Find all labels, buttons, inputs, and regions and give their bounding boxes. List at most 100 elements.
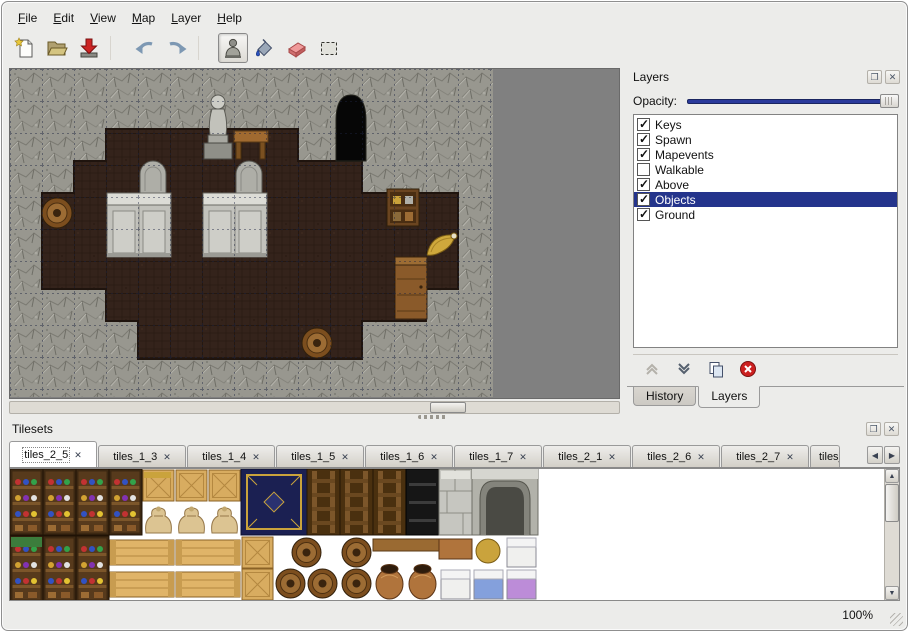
layer-row[interactable]: Walkable [634, 162, 897, 177]
layer-visibility-checkbox[interactable] [637, 178, 650, 191]
menu-layer[interactable]: Layer [163, 9, 209, 27]
layer-row[interactable]: Above [634, 177, 897, 192]
save-icon [77, 36, 101, 60]
layer-row[interactable]: Objects [634, 192, 897, 207]
chevron-down-icon [675, 360, 693, 378]
close-tab-icon[interactable]: ✕ [430, 452, 438, 462]
tileset-tab[interactable]: tiles_1_7 ✕ [454, 445, 542, 467]
tileset-view[interactable]: ▲ ▼ [9, 468, 900, 601]
fill-bucket-icon [253, 36, 277, 60]
tileset-tab-label: tiles_2_7 [736, 451, 780, 463]
chevron-up-icon [643, 360, 661, 378]
tab-history[interactable]: History [633, 387, 696, 406]
tileset-tab[interactable]: tiles_1_5 ✕ [276, 445, 364, 467]
close-tab-icon[interactable]: ✕ [252, 452, 260, 462]
menubar: File Edit View Map Layer Help [10, 8, 250, 28]
close-tab-icon[interactable]: ✕ [697, 452, 705, 462]
layer-name: Ground [655, 208, 695, 222]
opacity-slider[interactable] [687, 94, 898, 108]
layer-visibility-checkbox[interactable] [637, 148, 650, 161]
layer-visibility-checkbox[interactable] [637, 133, 650, 146]
tileset-image[interactable] [10, 469, 544, 601]
map-viewport[interactable] [9, 68, 620, 399]
scroll-tabs-right-button[interactable]: ▶ [884, 446, 900, 464]
tileset-tab[interactable]: tiles_2_1 ✕ [543, 445, 631, 467]
app-window: File Edit View Map Layer Help [1, 1, 908, 631]
stamp-person-icon [221, 36, 245, 60]
float-panel-icon[interactable]: ❐ [866, 422, 881, 436]
map-hscroll-thumb[interactable] [430, 402, 466, 413]
menu-edit[interactable]: Edit [45, 9, 82, 27]
scroll-down-button[interactable]: ▼ [885, 586, 899, 600]
map-canvas[interactable] [10, 69, 493, 397]
save-button[interactable] [74, 33, 104, 63]
close-tab-icon[interactable]: ✕ [341, 452, 349, 462]
map-horizontal-scrollbar[interactable] [9, 401, 620, 414]
close-panel-icon[interactable]: ✕ [884, 422, 899, 436]
tileset-tab[interactable]: tiles_ [810, 445, 840, 467]
tileset-tab[interactable]: tiles_1_6 ✕ [365, 445, 453, 467]
duplicate-layer-button[interactable] [705, 358, 727, 380]
splitter-handle[interactable] [418, 415, 448, 419]
undo-icon [133, 36, 157, 60]
layer-row[interactable]: Spawn [634, 132, 897, 147]
tileset-vscroll-thumb[interactable] [885, 484, 899, 522]
tileset-vertical-scrollbar[interactable]: ▲ ▼ [884, 469, 899, 600]
delete-layer-button[interactable] [737, 358, 759, 380]
tileset-tab-label: tiles_1_5 [291, 451, 335, 463]
layer-row[interactable]: Ground [634, 207, 897, 222]
tileset-tab[interactable]: tiles_1_3 ✕ [98, 445, 186, 467]
close-tab-icon[interactable]: ✕ [163, 452, 171, 462]
layer-visibility-checkbox[interactable] [637, 118, 650, 131]
close-tab-icon[interactable]: ✕ [786, 452, 794, 462]
opacity-slider-track[interactable] [687, 99, 898, 104]
layer-visibility-checkbox[interactable] [637, 208, 650, 221]
fill-tool-button[interactable] [250, 33, 280, 63]
opacity-slider-handle[interactable] [880, 94, 899, 108]
open-button[interactable] [42, 33, 72, 63]
float-panel-icon[interactable]: ❐ [867, 70, 882, 84]
tileset-tab-label: tiles_ [819, 451, 840, 463]
scroll-up-button[interactable]: ▲ [885, 469, 899, 483]
menu-file[interactable]: File [10, 9, 45, 27]
tab-scroll-buttons: ◀ ▶ [865, 446, 900, 464]
close-panel-icon[interactable]: ✕ [885, 70, 900, 84]
move-layer-down-button[interactable] [673, 358, 695, 380]
close-tab-icon[interactable]: ✕ [608, 452, 616, 462]
layer-visibility-checkbox[interactable] [637, 163, 650, 176]
resize-grip[interactable] [890, 613, 903, 626]
move-layer-up-button[interactable] [641, 358, 663, 380]
tilesets-panel: Tilesets ❐ ✕ tiles_2_5 ✕ tiles_1_3 ✕ til… [6, 420, 903, 603]
layer-actions-toolbar [633, 354, 898, 382]
undo-button[interactable] [130, 33, 160, 63]
new-file-button[interactable] [10, 33, 40, 63]
layer-row[interactable]: Keys [634, 117, 897, 132]
select-tool-button[interactable] [314, 33, 344, 63]
redo-button[interactable] [162, 33, 192, 63]
menu-help[interactable]: Help [209, 9, 250, 27]
tileset-tab[interactable]: tiles_2_5 ✕ [9, 441, 97, 468]
tileset-tab-label: tiles_2_1 [558, 451, 602, 463]
close-tab-icon[interactable]: ✕ [74, 450, 82, 460]
tileset-tab[interactable]: tiles_2_7 ✕ [721, 445, 809, 467]
scroll-tabs-left-button[interactable]: ◀ [867, 446, 883, 464]
tileset-tab-label: tiles_1_4 [202, 451, 246, 463]
layer-row[interactable]: Mapevents [634, 147, 897, 162]
close-tab-icon[interactable]: ✕ [519, 452, 527, 462]
tileset-tab-label: tiles_1_7 [469, 451, 513, 463]
tab-layers[interactable]: Layers [698, 386, 760, 408]
eraser-icon [285, 36, 309, 60]
stamp-tool-button[interactable] [218, 33, 248, 63]
tileset-tab-bar: tiles_2_5 ✕ tiles_1_3 ✕ tiles_1_4 ✕ tile… [9, 440, 900, 468]
delete-icon [739, 360, 757, 378]
layer-visibility-checkbox[interactable] [637, 193, 650, 206]
select-rectangle-icon [317, 36, 341, 60]
tileset-tab[interactable]: tiles_1_4 ✕ [187, 445, 275, 467]
menu-map[interactable]: Map [124, 9, 163, 27]
dock-tabs: History Layers [627, 386, 904, 412]
tileset-tab[interactable]: tiles_2_6 ✕ [632, 445, 720, 467]
tileset-tab-label: tiles_1_6 [380, 451, 424, 463]
eraser-tool-button[interactable] [282, 33, 312, 63]
menu-view[interactable]: View [82, 9, 124, 27]
toolbar-separator [198, 36, 212, 60]
